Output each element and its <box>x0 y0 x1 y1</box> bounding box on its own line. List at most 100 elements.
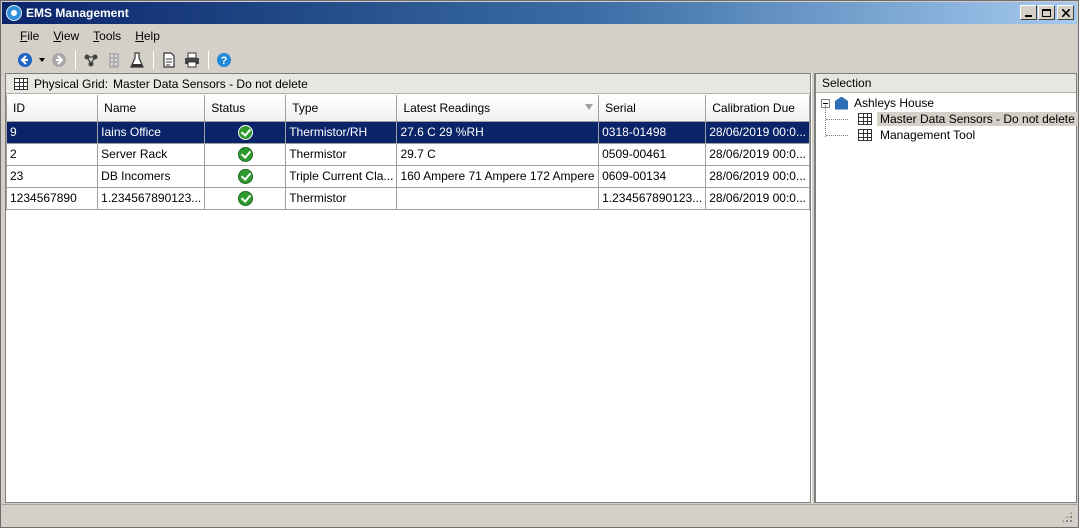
cell-calibration-due: 28/06/2019 00:0... <box>705 164 810 188</box>
table-row[interactable]: 9 Iains Office Thermistor/RH 27.6 C 29 %… <box>5 120 810 144</box>
cell-serial: 0609-00134 <box>598 164 707 188</box>
cell-type: Thermistor <box>285 186 398 210</box>
selection-panel-header: Selection <box>816 74 1076 93</box>
cell-status <box>204 120 287 144</box>
building-icon <box>109 53 119 68</box>
cell-name: DB Incomers <box>97 164 206 188</box>
tree-connector <box>826 135 848 136</box>
cell-id: 23 <box>5 164 99 188</box>
selection-panel: Selection Ashleys House Master Data Sens… <box>815 73 1078 503</box>
back-dropdown-button[interactable] <box>37 49 47 71</box>
print-icon <box>185 52 199 68</box>
cell-status <box>204 142 287 166</box>
cell-calibration-due: 28/06/2019 00:0... <box>705 186 810 210</box>
table-row[interactable]: 23 DB Incomers Triple Current Cla... 160… <box>5 164 810 188</box>
grid-panel-header: Physical Grid: Master Data Sensors - Do … <box>6 74 810 94</box>
cell-serial: 0509-00461 <box>598 142 707 166</box>
forward-icon <box>52 53 66 67</box>
status-bar <box>2 504 1077 527</box>
cell-type: Thermistor/RH <box>285 120 398 144</box>
help-icon: ? <box>217 53 231 67</box>
tree-node-label: Master Data Sensors - Do not delete <box>877 112 1078 126</box>
lab-flask-icon <box>130 52 144 68</box>
cell-latest-readings: 27.6 C 29 %RH <box>396 120 600 144</box>
maximize-icon <box>1042 8 1051 17</box>
toolbar-separator <box>153 51 154 69</box>
cell-status <box>204 186 287 210</box>
cell-serial: 1.2345678901​23... <box>598 186 707 210</box>
column-header-name[interactable]: Name <box>97 95 206 122</box>
document-icon <box>163 52 175 68</box>
status-ok-icon <box>237 190 253 206</box>
grid-icon <box>858 129 872 141</box>
tree-node-management-tool[interactable]: Management Tool <box>858 127 975 143</box>
cell-latest-readings: 160 Ampere 71 Ampere 172 Ampere <box>396 164 600 188</box>
close-button[interactable] <box>1057 5 1074 20</box>
print-button[interactable] <box>181 49 203 71</box>
status-ok-icon <box>237 124 253 140</box>
status-ok-icon <box>237 146 253 162</box>
table-row[interactable]: 1234567890 1.234567890123... Thermistor … <box>5 186 810 210</box>
table-row[interactable]: 2 Server Rack Thermistor 29.7 C 0509-004… <box>5 142 810 166</box>
column-header-latest-readings[interactable]: Latest Readings <box>396 95 600 122</box>
resize-grip-icon[interactable] <box>1061 511 1073 523</box>
column-header-status[interactable]: Status <box>204 95 287 122</box>
cell-name: Server Rack <box>97 142 206 166</box>
cell-id: 1234567890 <box>5 186 99 210</box>
connect-icon <box>84 54 98 67</box>
cell-name: 1.234567890123... <box>97 186 206 210</box>
menu-help[interactable]: Help <box>128 27 167 45</box>
connect-button[interactable] <box>80 49 102 71</box>
title-bar[interactable]: EMS Management <box>2 2 1077 24</box>
grid-panel-name: Master Data Sensors - Do not delete <box>113 76 308 91</box>
cell-type: Thermistor <box>285 142 398 166</box>
physical-grid-panel: Physical Grid: Master Data Sensors - Do … <box>5 73 811 503</box>
minimize-icon <box>1025 14 1032 17</box>
tree-node-master-data-sensors[interactable]: Master Data Sensors - Do not delete <box>858 111 1078 127</box>
close-icon <box>1061 8 1070 17</box>
tree-node-label: Ashleys House <box>854 96 935 110</box>
column-header-calibration-due[interactable]: Calibration Due <box>705 95 810 122</box>
cell-latest-readings <box>396 186 600 210</box>
tree-connector <box>825 105 826 137</box>
grid-icon <box>858 113 872 125</box>
cell-calibration-due: 28/06/2019 00:0... <box>705 142 810 166</box>
app-window: EMS Management File View Tools Help ? Ph… <box>0 0 1079 528</box>
house-icon <box>835 96 848 110</box>
menu-tools[interactable]: Tools <box>86 27 128 45</box>
maximize-button[interactable] <box>1038 5 1055 20</box>
document-button[interactable] <box>158 49 180 71</box>
menu-file[interactable]: File <box>13 27 46 45</box>
status-ok-icon <box>237 168 253 184</box>
cell-calibration-due: 28/06/2019 00:0... <box>705 120 810 144</box>
minimize-button[interactable] <box>1020 5 1037 20</box>
window-title: EMS Management <box>26 6 129 20</box>
cell-name: Iains Office <box>97 120 206 144</box>
lab-button[interactable] <box>126 49 148 71</box>
cell-id: 2 <box>5 142 99 166</box>
back-icon <box>18 53 32 67</box>
forward-button[interactable] <box>48 49 70 71</box>
tree-node-root[interactable]: Ashleys House <box>821 95 934 111</box>
column-header-type[interactable]: Type <box>285 95 398 122</box>
menu-bar: File View Tools Help <box>2 25 1077 47</box>
building-button[interactable] <box>103 49 125 71</box>
help-button[interactable]: ? <box>213 49 235 71</box>
filter-arrow-icon[interactable] <box>585 104 594 110</box>
grid-icon <box>14 77 28 90</box>
grid-panel-label: Physical Grid: <box>34 76 109 91</box>
column-header-serial[interactable]: Serial <box>598 95 707 122</box>
tree-node-label: Management Tool <box>880 128 976 142</box>
dropdown-arrow-icon <box>39 58 45 62</box>
svg-text:?: ? <box>221 55 228 67</box>
menu-view[interactable]: View <box>46 27 86 45</box>
cell-id: 9 <box>5 120 99 144</box>
cell-status <box>204 164 287 188</box>
back-button[interactable] <box>14 49 36 71</box>
tree-connector <box>826 119 848 120</box>
column-header-id[interactable]: ID <box>5 95 99 122</box>
table-header-row: ID Name Status Type Latest Readings Seri… <box>5 95 810 122</box>
toolbar-separator <box>208 51 209 69</box>
cell-type: Triple Current Cla... <box>285 164 398 188</box>
cell-serial: 0318-01498 <box>598 120 707 144</box>
